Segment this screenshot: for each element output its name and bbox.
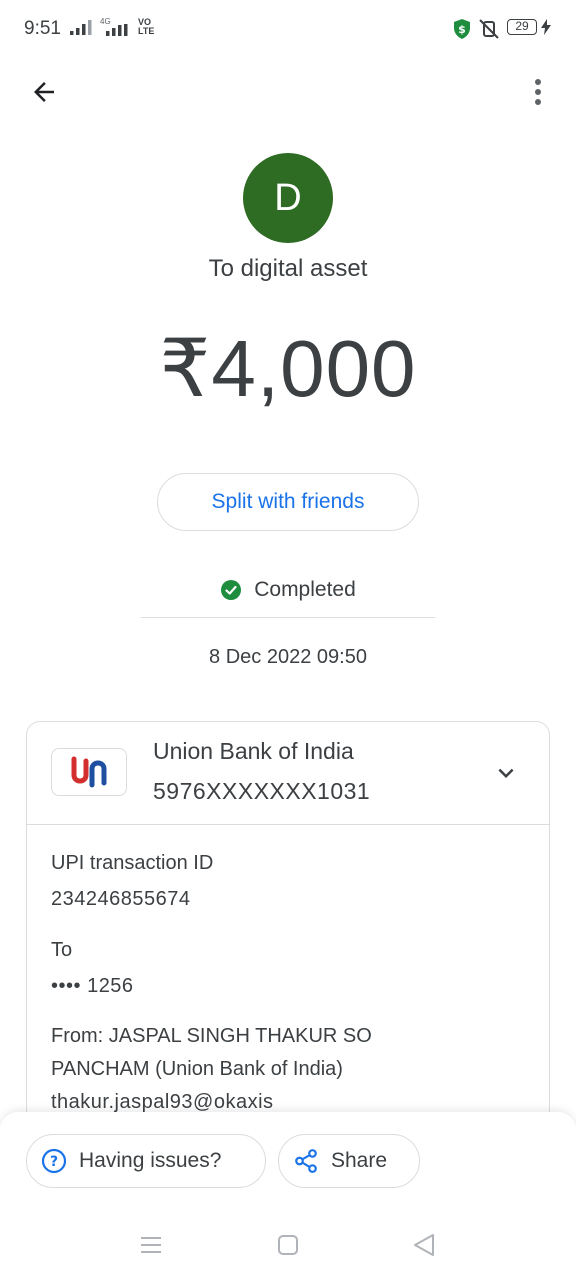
signal-4g-bars-icon [106,24,128,36]
card-divider [27,824,549,825]
from-line-2: PANCHAM (Union Bank of India) [51,1058,343,1080]
battery-level: 29 [515,19,529,33]
home-icon[interactable] [278,1235,298,1255]
mute-icon [479,19,499,39]
to-label: To [51,939,73,961]
account-number: 5976XXXXXXX1031 [153,778,371,804]
status-bar: 9:51 4G VO LTE $ 29 [0,0,576,60]
arrow-back-icon [34,82,54,102]
issues-label: Having issues? [79,1149,222,1172]
volte-bottom: LTE [138,26,155,36]
status-label: Completed [254,578,356,601]
more-options-button[interactable] [516,70,560,114]
having-issues-button[interactable]: ? Having issues? [26,1134,266,1188]
to-value: •••• 1256 [51,975,134,997]
share-label: Share [331,1149,388,1172]
divider [141,617,435,618]
check-circle-icon [221,580,242,600]
payment-status: Completed [0,578,576,602]
volte-icon: VO LTE [138,18,154,36]
avatar-letter: D [274,176,302,219]
bank-name: Union Bank of India [153,738,354,764]
shield-icon: $ [454,19,470,39]
recipient-name: To digital asset [208,255,368,282]
share-button[interactable]: Share [278,1134,420,1188]
chevron-down-icon[interactable] [491,758,521,788]
recents-icon[interactable] [140,1234,162,1256]
nav-back-icon[interactable] [413,1233,435,1257]
svg-text:$: $ [458,23,466,36]
more-vert-icon [535,79,541,105]
split-with-friends-button[interactable]: Split with friends [157,473,419,531]
payment-datetime: 8 Dec 2022 09:50 [209,646,367,668]
status-time: 9:51 [24,18,61,39]
charging-icon [541,19,551,35]
help-icon: ? [41,1148,67,1174]
union-bank-logo [51,748,127,796]
payment-amount: ₹4,000 [159,324,417,413]
upi-id-label: UPI transaction ID [51,852,214,874]
back-button[interactable] [22,70,66,114]
battery-icon: 29 [507,19,537,35]
signal-icon [70,20,92,35]
from-upi: thakur.jaspal93@okaxis [51,1091,274,1113]
share-icon [295,1149,317,1173]
split-button-label: Split with friends [211,490,365,513]
recipient-avatar: D [243,153,333,243]
from-line-1: From: JASPAL SINGH THAKUR SO [51,1025,372,1047]
bank-logo-icon [71,756,107,788]
upi-id-value: 234246855674 [51,888,191,910]
svg-text:?: ? [50,1154,58,1170]
